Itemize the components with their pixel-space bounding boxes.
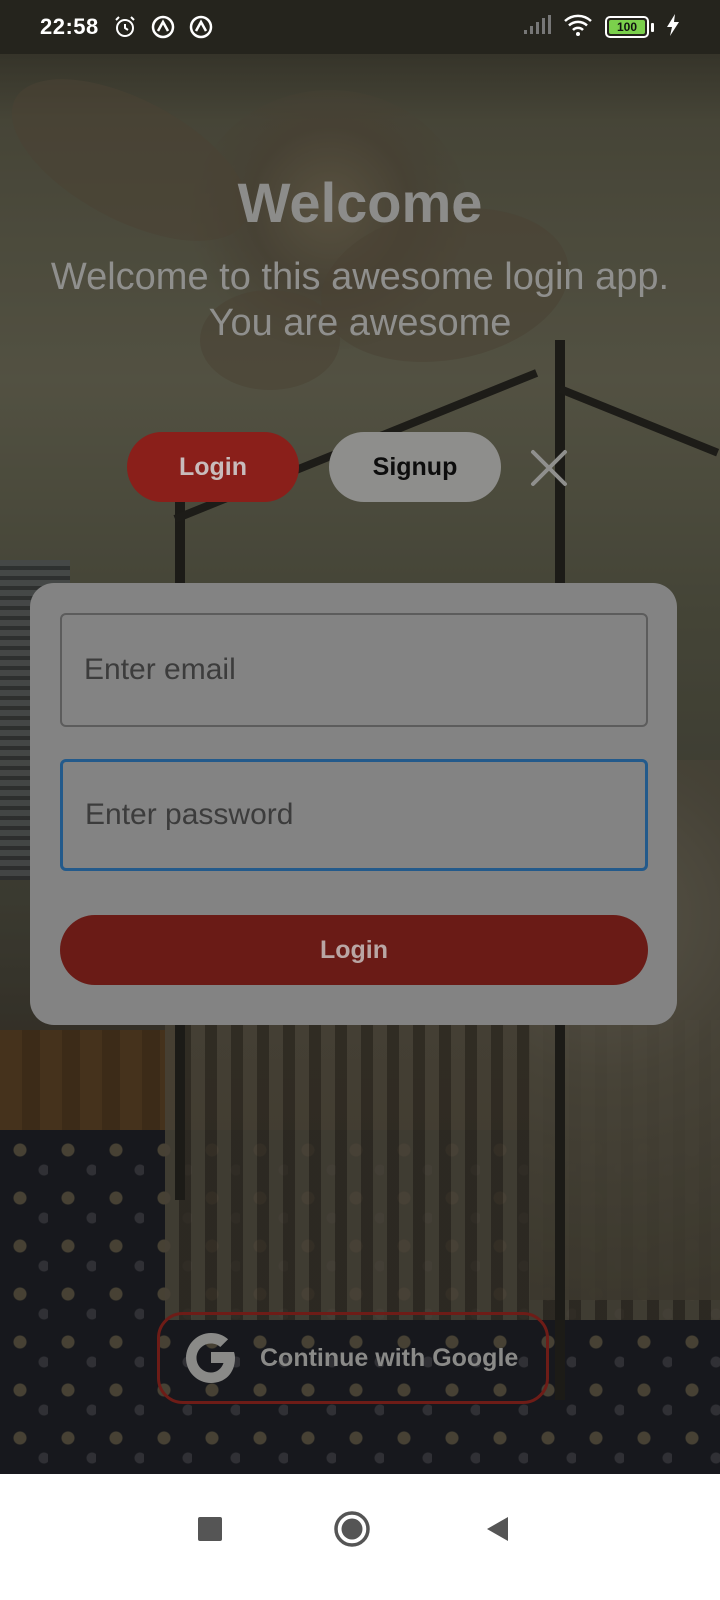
charging-icon bbox=[666, 13, 680, 41]
tab-signup[interactable]: Signup bbox=[329, 432, 501, 502]
home-button[interactable] bbox=[332, 1509, 372, 1549]
tab-login[interactable]: Login bbox=[127, 432, 299, 502]
google-signin-label: Continue with Google bbox=[260, 1343, 519, 1372]
page-title: Welcome bbox=[237, 171, 483, 234]
status-time: 22:58 bbox=[40, 14, 99, 39]
login-card: Enter email Enter password Login bbox=[30, 583, 677, 1025]
close-button[interactable] bbox=[527, 446, 571, 490]
back-button[interactable] bbox=[477, 1509, 517, 1549]
google-icon bbox=[186, 1333, 235, 1383]
battery-icon: 100 bbox=[605, 16, 654, 38]
status-bar: 22:58 100 bbox=[0, 0, 720, 54]
battery-level: 100 bbox=[609, 20, 645, 34]
password-field[interactable]: Enter password bbox=[60, 759, 648, 871]
email-placeholder: Enter email bbox=[84, 653, 236, 686]
circle-icon bbox=[334, 1511, 370, 1547]
square-icon bbox=[198, 1517, 222, 1541]
alarm-icon bbox=[113, 15, 137, 39]
close-icon bbox=[531, 450, 567, 486]
app-notification-icon bbox=[151, 15, 175, 39]
email-field[interactable]: Enter email bbox=[60, 613, 648, 727]
signal-icon bbox=[523, 14, 551, 40]
back-triangle-icon bbox=[487, 1517, 508, 1541]
app-notification-icon bbox=[189, 15, 213, 39]
system-nav-bar bbox=[0, 1474, 720, 1600]
login-submit-button[interactable]: Login bbox=[60, 915, 648, 985]
google-signin-button[interactable]: Continue with Google bbox=[157, 1312, 549, 1404]
page-subtitle: Welcome to this awesome login app. You a… bbox=[50, 256, 670, 344]
wifi-icon bbox=[563, 13, 593, 42]
password-placeholder: Enter password bbox=[85, 798, 294, 831]
recents-button[interactable] bbox=[190, 1509, 230, 1549]
